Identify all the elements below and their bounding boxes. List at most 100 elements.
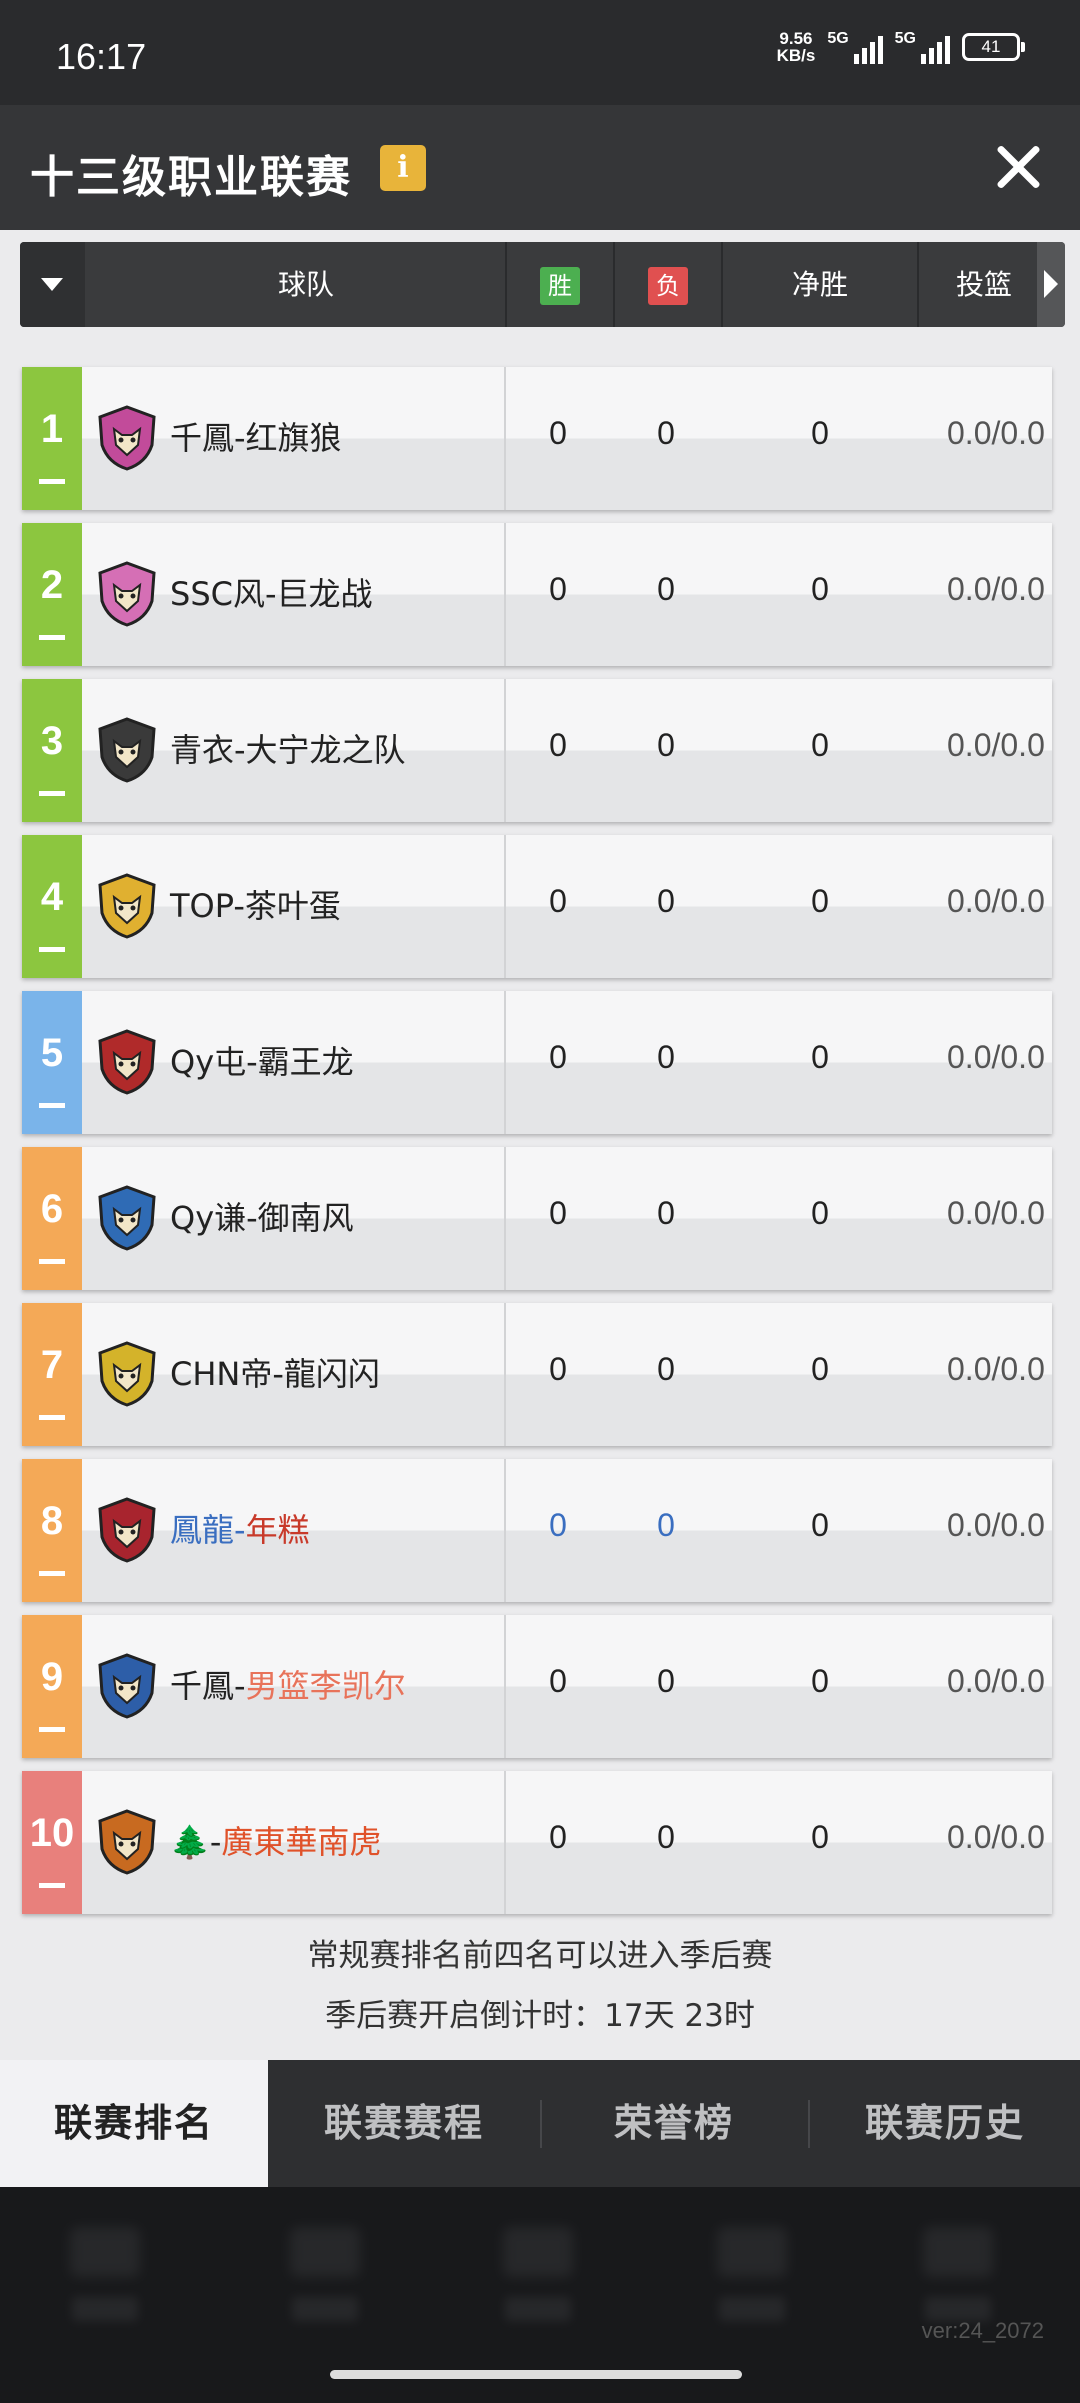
team-logo-icon: [98, 1809, 156, 1875]
rank-number: 10: [29, 1811, 75, 1855]
team-name-part: 男篮李凯尔: [245, 1667, 406, 1705]
signal-icon-2: 5G: [895, 30, 950, 64]
table-row[interactable]: 9 千鳳-男篮李凯尔 0 0 0 0.0/0.0: [22, 1615, 1052, 1758]
header-team: 球队: [277, 268, 334, 301]
team-name[interactable]: 青衣-大宁龙之队: [170, 725, 406, 771]
losses-value: 0: [657, 883, 675, 919]
rank-number: 9: [40, 1655, 64, 1699]
tab-league-schedule[interactable]: 联赛赛程: [270, 2060, 538, 2187]
table-row[interactable]: 10 🌲-廣東華南虎 0 0 0 0.0/0.0: [22, 1771, 1052, 1914]
losses-value: 0: [657, 415, 675, 451]
team-name[interactable]: 鳳龍-年糕: [170, 1505, 310, 1551]
wins-value: 0: [549, 1507, 567, 1543]
tab-league-standings[interactable]: 联赛排名: [0, 2060, 268, 2187]
table-row[interactable]: 7 CHN帝-龍闪闪 0 0 0 0.0/0.0: [22, 1303, 1052, 1446]
rank-badge: 4: [22, 835, 82, 978]
team-name[interactable]: SSC风-巨龙战: [170, 569, 373, 615]
rank-change-icon: [39, 1103, 65, 1108]
net-wins-value: 0: [811, 1195, 829, 1231]
rank-badge: 9: [22, 1615, 82, 1758]
table-header: 球队 胜 负 净胜 投篮: [20, 242, 1065, 327]
header-net-win[interactable]: 净胜: [723, 242, 917, 327]
team-name-part: 鳳龍-: [170, 1511, 246, 1549]
losses-value: 0: [657, 1195, 675, 1231]
losses-value: 0: [657, 727, 675, 763]
losses-value: 0: [657, 1351, 675, 1387]
wins-value: 0: [549, 1351, 567, 1387]
net-wins-value: 0: [811, 1663, 829, 1699]
header-shooting[interactable]: 投篮: [919, 242, 1049, 327]
team-logo-icon: [98, 717, 156, 783]
net-wins-value: 0: [811, 571, 829, 607]
rank-badge: 1: [22, 367, 82, 510]
rank-number: 2: [40, 563, 64, 607]
losses-value: 0: [657, 1819, 675, 1855]
playoff-note: 常规赛排名前四名可以进入季后赛: [307, 1938, 773, 1974]
standings-panel: 球队 胜 负 净胜 投篮 1 千鳳-红旗狼 0 0 0 0.0/0.0 2 SS…: [0, 230, 1080, 2060]
page-title: 十三级职业联赛: [30, 152, 352, 203]
team-logo-icon: [98, 405, 156, 471]
rank-change-icon: [39, 1727, 65, 1732]
shooting-value: 0.0/0.0: [947, 571, 1045, 607]
team-name[interactable]: 🌲-廣東華南虎: [170, 1817, 381, 1863]
team-logo-icon: [98, 1653, 156, 1719]
team-logo-icon: [98, 873, 156, 939]
table-row[interactable]: 2 SSC风-巨龙战 0 0 0 0.0/0.0: [22, 523, 1052, 666]
header-loss[interactable]: 负: [615, 242, 721, 327]
shooting-value: 0.0/0.0: [947, 1351, 1045, 1387]
team-name-part: 千鳳-: [170, 1667, 246, 1705]
rank-badge: 3: [22, 679, 82, 822]
shooting-value: 0.0/0.0: [947, 415, 1045, 451]
team-name[interactable]: CHN帝-龍闪闪: [170, 1349, 380, 1395]
team-name-part: 年糕: [245, 1511, 310, 1549]
net-wins-value: 0: [811, 1039, 829, 1075]
table-row[interactable]: 4 TOP-茶叶蛋 0 0 0 0.0/0.0: [22, 835, 1052, 978]
info-icon[interactable]: i: [380, 145, 426, 191]
rank-change-icon: [39, 479, 65, 484]
net-wins-value: 0: [811, 883, 829, 919]
rank-badge: 7: [22, 1303, 82, 1446]
rank-badge: 5: [22, 991, 82, 1134]
table-row[interactable]: 5 Qy屯-霸王龙 0 0 0 0.0/0.0: [22, 991, 1052, 1134]
net-wins-value: 0: [811, 1351, 829, 1387]
tab-league-history[interactable]: 联赛历史: [810, 2060, 1080, 2187]
losses-value: 0: [657, 1507, 675, 1543]
shooting-value: 0.0/0.0: [947, 1819, 1045, 1855]
sort-dropdown-icon[interactable]: [20, 242, 85, 327]
rank-badge: 8: [22, 1459, 82, 1602]
shooting-value: 0.0/0.0: [947, 1039, 1045, 1075]
close-icon[interactable]: [994, 143, 1042, 191]
team-name-part: Qy谦-御南风: [170, 1199, 354, 1237]
net-wins-value: 0: [811, 1819, 829, 1855]
team-name-part: 廣東華南虎: [221, 1823, 382, 1861]
team-name[interactable]: 千鳳-男篮李凯尔: [170, 1661, 406, 1707]
team-logo-icon: [98, 1185, 156, 1251]
shooting-value: 0.0/0.0: [947, 1507, 1045, 1543]
table-row[interactable]: 8 鳳龍-年糕 0 0 0 0.0/0.0: [22, 1459, 1052, 1602]
table-row[interactable]: 1 千鳳-红旗狼 0 0 0 0.0/0.0: [22, 367, 1052, 510]
table-row[interactable]: 6 Qy谦-御南风 0 0 0 0.0/0.0: [22, 1147, 1052, 1290]
shooting-value: 0.0/0.0: [947, 727, 1045, 763]
team-name[interactable]: TOP-茶叶蛋: [170, 881, 341, 927]
team-name[interactable]: Qy屯-霸王龙: [170, 1037, 354, 1083]
version-label: ver:24_2072: [921, 2318, 1044, 2343]
home-indicator[interactable]: [330, 2370, 742, 2379]
signal-icon: 5G: [827, 30, 883, 64]
header-win[interactable]: 胜: [507, 242, 613, 327]
status-bar: 16:17 9.56 KB/s 5G 5G 41: [0, 0, 1080, 105]
losses-value: 0: [657, 1039, 675, 1075]
wins-value: 0: [549, 571, 567, 607]
title-bar: 十三级职业联赛 i: [0, 105, 1080, 230]
wins-value: 0: [549, 415, 567, 451]
tab-honor-roll[interactable]: 荣誉榜: [540, 2060, 808, 2187]
rank-number: 5: [40, 1031, 64, 1075]
net-wins-value: 0: [811, 727, 829, 763]
shooting-value: 0.0/0.0: [947, 1195, 1045, 1231]
team-name[interactable]: Qy谦-御南风: [170, 1193, 354, 1239]
scroll-right-icon[interactable]: [1037, 242, 1065, 327]
rank-change-icon: [39, 1415, 65, 1420]
table-row[interactable]: 3 青衣-大宁龙之队 0 0 0 0.0/0.0: [22, 679, 1052, 822]
team-name[interactable]: 千鳳-红旗狼: [170, 413, 342, 459]
rank-change-icon: [39, 1883, 65, 1888]
rank-number: 8: [40, 1499, 64, 1543]
